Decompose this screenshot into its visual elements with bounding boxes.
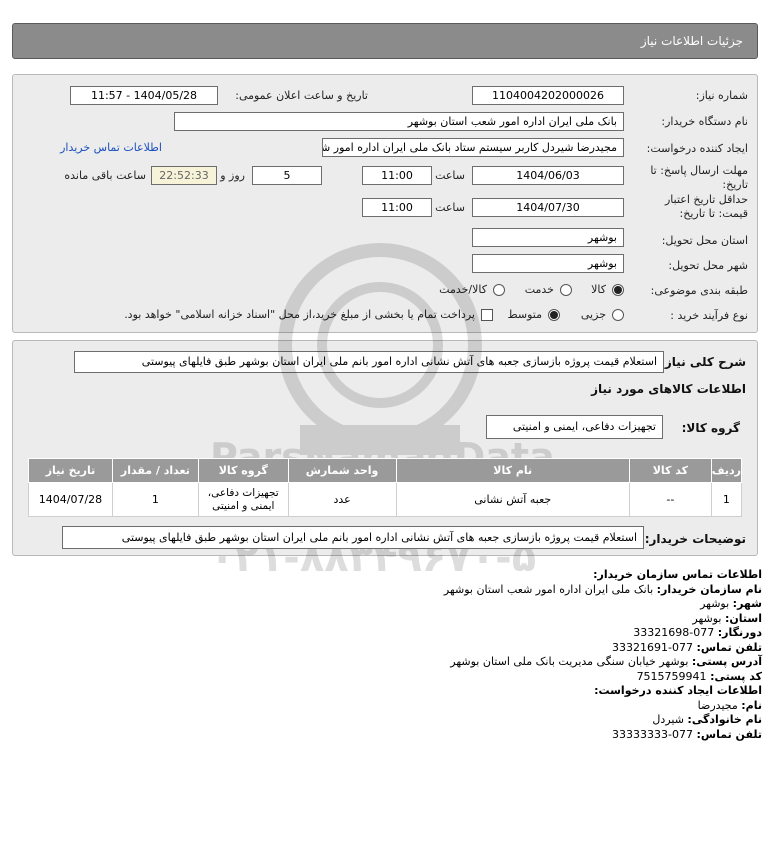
contact-title: اطلاعات تماس سازمان خریدار:	[593, 568, 762, 581]
contact-org-value: بانک ملی ایران اداره امور شعب استان بوشه…	[443, 582, 654, 596]
announce-field: 1404/05/28 - 11:57	[70, 86, 218, 105]
city-field: بوشهر	[472, 254, 624, 273]
process-radio-medium[interactable]	[548, 309, 560, 321]
creator-name-label: نام:	[741, 698, 762, 712]
summary-field: استعلام قیمت پروژه بازسازی جعبه های آتش …	[74, 351, 664, 373]
items-table: ردیف کد کالا نام کالا واحد شمارش گروه کا…	[28, 458, 743, 517]
deadline-time-label: ساعت	[435, 169, 465, 182]
days-field: 5	[252, 166, 322, 185]
cell-unit: عدد	[287, 482, 397, 517]
contact-city-value: بوشهر	[700, 597, 730, 610]
buyer-field: بانک ملی ایران اداره امور شعب استان بوشه…	[174, 112, 624, 131]
creator-label: ایجاد کننده درخواست:	[646, 142, 748, 155]
payment-note: پرداخت تمام یا بخشی از مبلغ خرید،از محل …	[124, 308, 475, 321]
goods-group-label: گروه کالا:	[681, 421, 740, 435]
city-label: شهر محل تحویل:	[668, 259, 748, 272]
process-label: نوع فرآیند خرید :	[670, 309, 748, 322]
deadline-label: مهلت ارسال پاسخ: تا تاریخ:	[650, 164, 748, 191]
col-group: گروه کالا	[197, 458, 289, 483]
goods-section-title: اطلاعات کالاهای مورد نیاز	[591, 382, 746, 396]
cell-name: جعبه آتش نشانی	[395, 482, 630, 517]
goods-group-field: تجهیزات دفاعی، ایمنی و امنیتی	[486, 415, 663, 439]
contact-fax-value: 077-33321698	[633, 626, 715, 639]
process-medium-label: متوسط	[507, 308, 542, 321]
cell-group: تجهیزات دفاعی، ایمنی و امنیتی	[197, 482, 289, 517]
contact-info: اطلاعات تماس سازمان خریدار: نام سازمان خ…	[22, 568, 762, 742]
creator-field: مجیدرضا شیردل کاربر سیستم ستاد بانک ملی …	[322, 138, 624, 157]
page-title: جزئیات اطلاعات نیاز	[640, 34, 743, 48]
contact-phone-label: تلفن تماس:	[696, 640, 762, 654]
buyer-label: نام دستگاه خریدار:	[661, 115, 748, 128]
col-date: تاریخ نیاز	[28, 458, 113, 483]
category-goods-label: کالا	[591, 283, 606, 296]
items-table-header: ردیف کد کالا نام کالا واحد شمارش گروه کا…	[28, 458, 743, 483]
validity-label: حداقل تاریخ اعتبار قیمت: تا تاریخ:	[664, 193, 748, 220]
cell-qty: 1	[111, 482, 199, 517]
contact-fax-label: دورنگار:	[717, 626, 762, 639]
need-number-label: شماره نیاز:	[695, 89, 748, 102]
cell-row: 1	[710, 482, 743, 517]
days-label: روز و	[220, 169, 245, 182]
contact-address-label: آدرس پستی:	[691, 655, 762, 668]
category-radio-goods[interactable]	[612, 284, 624, 296]
creator-info-title: اطلاعات ایجاد کننده درخواست:	[594, 684, 762, 697]
col-unit: واحد شمارش	[287, 458, 397, 483]
contact-province-label: استان:	[725, 611, 762, 625]
col-qty: تعداد / مقدار	[111, 458, 199, 483]
col-name: نام کالا	[395, 458, 630, 483]
category-radio-goods-service[interactable]	[493, 284, 505, 296]
category-service-label: خدمت	[524, 283, 554, 296]
deadline-time-field: 11:00	[362, 166, 432, 185]
buyer-notes-label: توضیحات خریدار:	[644, 532, 746, 546]
contact-org-label: نام سازمان خریدار:	[656, 582, 762, 596]
page-header: جزئیات اطلاعات نیاز	[12, 23, 758, 59]
category-label: طبقه بندی موضوعی:	[650, 284, 748, 297]
buyer-contact-link[interactable]: اطلاعات تماس خریدار	[60, 141, 162, 154]
validity-time-label: ساعت	[435, 201, 465, 214]
contact-address-value: بوشهر خیابان سنگی مدیریت بانک ملی استان …	[450, 655, 689, 668]
contact-postal-value: 7515759941	[636, 669, 707, 683]
contact-city-label: شهر:	[732, 597, 762, 610]
creator-phone-label: تلفن تماس:	[696, 727, 762, 741]
creator-phone-value: 077-33333333	[612, 727, 694, 741]
creator-name-value: مجیدرضا	[697, 698, 738, 712]
province-field: بوشهر	[472, 228, 624, 247]
contact-province-value: بوشهر	[692, 611, 722, 625]
table-row: 1 -- جعبه آتش نشانی عدد تجهیزات دفاعی، ا…	[28, 482, 743, 517]
remaining-label: ساعت باقی مانده	[64, 169, 146, 182]
col-row: ردیف	[710, 458, 743, 483]
creator-family-label: نام خانوادگی:	[687, 713, 762, 726]
contact-postal-label: کد پستی:	[710, 669, 762, 683]
province-label: استان محل تحویل:	[661, 234, 748, 247]
treasury-payment-checkbox[interactable]	[481, 309, 493, 321]
validity-date-field: 1404/07/30	[472, 198, 624, 217]
process-minor-label: جزیی	[580, 308, 606, 321]
summary-label: شرح کلی نیاز:	[660, 355, 746, 369]
contact-phone-value: 077-33321691	[612, 640, 694, 654]
cell-date: 1404/07/28	[28, 482, 113, 517]
cell-code: --	[628, 482, 712, 517]
creator-family-value: شیردل	[652, 713, 684, 726]
category-goods-service-label: کالا/خدمت	[439, 283, 487, 296]
deadline-date-field: 1404/06/03	[472, 166, 624, 185]
remaining-time-field: 22:52:33	[151, 166, 217, 185]
buyer-notes-field: استعلام قیمت پروژه بازسازی جعبه های آتش …	[62, 526, 644, 549]
need-number-field: 1104004202000026	[472, 86, 624, 105]
announce-label: تاریخ و ساعت اعلان عمومی:	[235, 89, 368, 102]
validity-time-field: 11:00	[362, 198, 432, 217]
category-radio-service[interactable]	[560, 284, 572, 296]
process-radio-minor[interactable]	[612, 309, 624, 321]
col-code: کد کالا	[628, 458, 712, 483]
